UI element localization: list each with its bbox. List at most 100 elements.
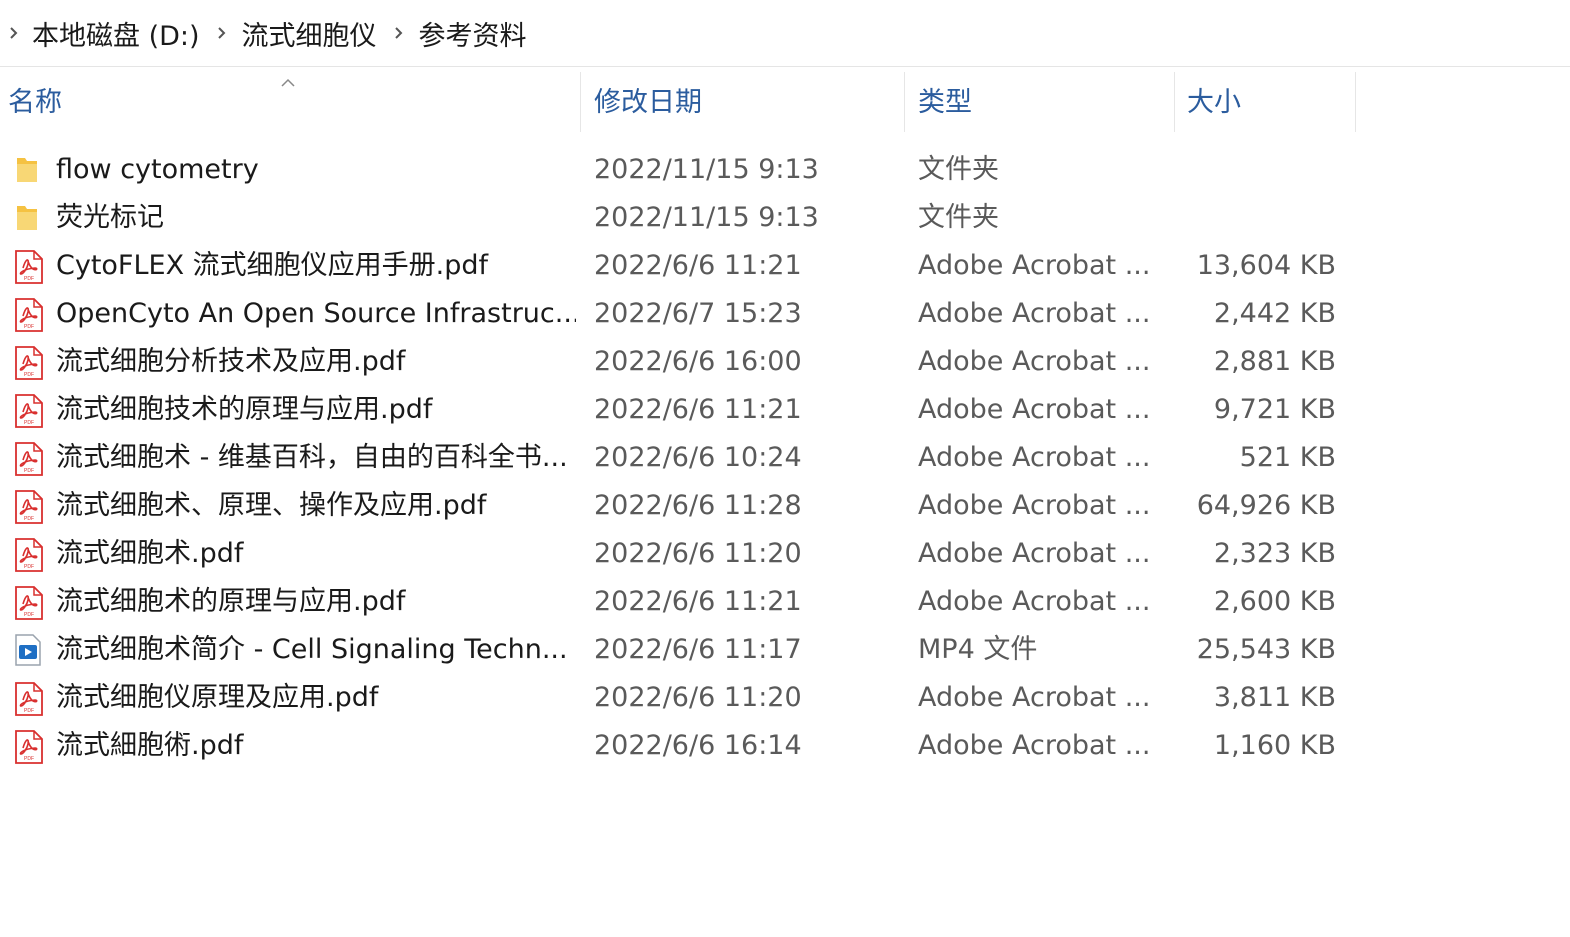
breadcrumb-item-current[interactable]: 参考资料 (413, 14, 535, 53)
file-row[interactable]: PDF 流式细胞技术的原理与应用.pdf 2022/6/6 11:21 Adobe … (0, 386, 1570, 434)
file-modified-date: 2022/6/6 11:20 (594, 682, 802, 713)
pdf-icon: PDF (14, 290, 46, 338)
file-type: 文件夹 (918, 154, 999, 185)
file-type: Adobe Acrobat ... (918, 730, 1151, 761)
file-row[interactable]: PDF 流式细胞术的原理与应用.pdf 2022/6/6 11:21 Adobe A… (0, 578, 1570, 626)
file-name: OpenCyto An Open Source Infrastruc... (56, 298, 576, 329)
pdf-icon: PDF (14, 482, 46, 530)
file-row[interactable]: PDF 流式细胞分析技术及应用.pdf 2022/6/6 16:00 Adobe A… (0, 338, 1570, 386)
file-type: Adobe Acrobat ... (918, 298, 1151, 329)
column-header-size[interactable]: 大小 (1174, 72, 1356, 132)
column-header-date-label: 修改日期 (594, 87, 702, 118)
file-size (1180, 146, 1336, 194)
file-row[interactable]: PDF 流式细胞术、原理、操作及应用.pdf 2022/6/6 11:28 Adob… (0, 482, 1570, 530)
pdf-icon: PDF (14, 578, 46, 626)
file-modified-date: 2022/6/6 16:00 (594, 346, 802, 377)
file-name: 流式细胞分析技术及应用.pdf (56, 346, 406, 377)
svg-text:PDF: PDF (24, 612, 34, 618)
file-modified-date: 2022/6/6 11:17 (594, 634, 802, 665)
video-icon (14, 626, 46, 674)
file-size: 2,881 KB (1213, 346, 1336, 377)
svg-text:PDF: PDF (24, 756, 34, 762)
file-size: 9,721 KB (1213, 394, 1336, 425)
pdf-icon: PDF (14, 338, 46, 386)
pdf-icon: PDF (14, 530, 46, 578)
file-name: 流式细胞仪原理及应用.pdf (56, 682, 379, 713)
file-modified-date: 2022/6/6 11:21 (594, 586, 802, 617)
file-modified-date: 2022/6/7 15:23 (594, 298, 802, 329)
file-modified-date: 2022/6/6 16:14 (594, 730, 802, 761)
file-type: Adobe Acrobat ... (918, 250, 1151, 281)
file-name: 流式细胞术简介 - Cell Signaling Techn... (56, 634, 568, 665)
column-header-type-label: 类型 (918, 87, 972, 118)
file-size: 64,926 KB (1196, 490, 1336, 521)
file-name: 流式細胞術.pdf (56, 730, 244, 761)
file-name: 流式细胞术 - 维基百科，自由的百科全书... (56, 442, 568, 473)
svg-text:PDF: PDF (24, 420, 34, 426)
svg-text:PDF: PDF (24, 324, 34, 330)
file-name: 荧光标记 (56, 202, 164, 233)
file-size: 2,442 KB (1213, 298, 1336, 329)
file-modified-date: 2022/6/6 10:24 (594, 442, 802, 473)
file-type: Adobe Acrobat ... (918, 346, 1151, 377)
file-name: 流式细胞术、原理、操作及应用.pdf (56, 490, 487, 521)
svg-text:PDF: PDF (24, 276, 34, 282)
file-row[interactable]: 荧光标记 2022/11/15 9:13 文件夹 (0, 194, 1570, 242)
file-modified-date: 2022/6/6 11:28 (594, 490, 802, 521)
pdf-icon: PDF (14, 674, 46, 722)
chevron-right-icon[interactable] (0, 26, 28, 40)
file-size: 2,600 KB (1213, 586, 1336, 617)
file-name: 流式细胞术的原理与应用.pdf (56, 586, 406, 617)
file-size: 521 KB (1239, 442, 1336, 473)
file-modified-date: 2022/6/6 11:21 (594, 394, 802, 425)
file-type: Adobe Acrobat ... (918, 586, 1151, 617)
breadcrumb: 本地磁盘 (D:) 流式细胞仪 参考资料 (0, 0, 1570, 67)
breadcrumb-item-drive[interactable]: 本地磁盘 (D:) (28, 14, 208, 53)
svg-text:PDF: PDF (24, 708, 34, 714)
folder-icon (14, 146, 46, 194)
column-header-row: 名称 修改日期 类型 大小 (0, 72, 1570, 132)
svg-text:PDF: PDF (24, 564, 34, 570)
file-row[interactable]: flow cytometry 2022/11/15 9:13 文件夹 (0, 146, 1570, 194)
svg-text:PDF: PDF (24, 516, 34, 522)
chevron-right-icon[interactable] (385, 26, 413, 40)
file-modified-date: 2022/6/6 11:21 (594, 250, 802, 281)
file-row[interactable]: PDF CytoFLEX 流式细胞仪应用手册.pdf 2022/6/6 11:21… (0, 242, 1570, 290)
file-row[interactable]: PDF 流式细胞术 - 维基百科，自由的百科全书... 2022/6/6 10:2… (0, 434, 1570, 482)
file-type: Adobe Acrobat ... (918, 490, 1151, 521)
file-modified-date: 2022/11/15 9:13 (594, 202, 819, 233)
file-size: 3,811 KB (1213, 682, 1336, 713)
svg-text:PDF: PDF (24, 372, 34, 378)
pdf-icon: PDF (14, 242, 46, 290)
column-header-type[interactable]: 类型 (904, 72, 1175, 132)
file-row[interactable]: PDF OpenCyto An Open Source Infrastruc..… (0, 290, 1570, 338)
file-modified-date: 2022/11/15 9:13 (594, 154, 819, 185)
file-type: Adobe Acrobat ... (918, 538, 1151, 569)
file-row[interactable]: PDF 流式细胞仪原理及应用.pdf 2022/6/6 11:20 Adobe Ac… (0, 674, 1570, 722)
file-size: 25,543 KB (1196, 634, 1336, 665)
file-modified-date: 2022/6/6 11:20 (594, 538, 802, 569)
column-header-date[interactable]: 修改日期 (580, 72, 905, 132)
file-row[interactable]: 流式细胞术简介 - Cell Signaling Techn... 2022/6/… (0, 626, 1570, 674)
file-type: Adobe Acrobat ... (918, 442, 1151, 473)
folder-icon (14, 194, 46, 242)
file-name: 流式细胞技术的原理与应用.pdf (56, 394, 433, 425)
chevron-right-icon[interactable] (208, 26, 236, 40)
file-name: 流式细胞术.pdf (56, 538, 244, 569)
file-row[interactable]: PDF 流式細胞術.pdf 2022/6/6 16:14 Adobe Acrobat… (0, 722, 1570, 770)
file-type: 文件夹 (918, 202, 999, 233)
file-size: 2,323 KB (1213, 538, 1336, 569)
column-header-name-label: 名称 (8, 87, 62, 118)
column-header-size-label: 大小 (1187, 87, 1241, 118)
file-list: flow cytometry 2022/11/15 9:13 文件夹 荧光标记 202… (0, 146, 1570, 770)
file-type: MP4 文件 (918, 634, 1038, 665)
file-name: CytoFLEX 流式细胞仪应用手册.pdf (56, 250, 489, 281)
pdf-icon: PDF (14, 722, 46, 770)
file-type: Adobe Acrobat ... (918, 682, 1151, 713)
column-header-name[interactable]: 名称 (8, 72, 580, 132)
file-name: flow cytometry (56, 154, 259, 185)
file-row[interactable]: PDF 流式细胞术.pdf 2022/6/6 11:20 Adobe Acrobat… (0, 530, 1570, 578)
breadcrumb-item-folder[interactable]: 流式细胞仪 (236, 14, 385, 53)
pdf-icon: PDF (14, 434, 46, 482)
file-size: 13,604 KB (1196, 250, 1336, 281)
